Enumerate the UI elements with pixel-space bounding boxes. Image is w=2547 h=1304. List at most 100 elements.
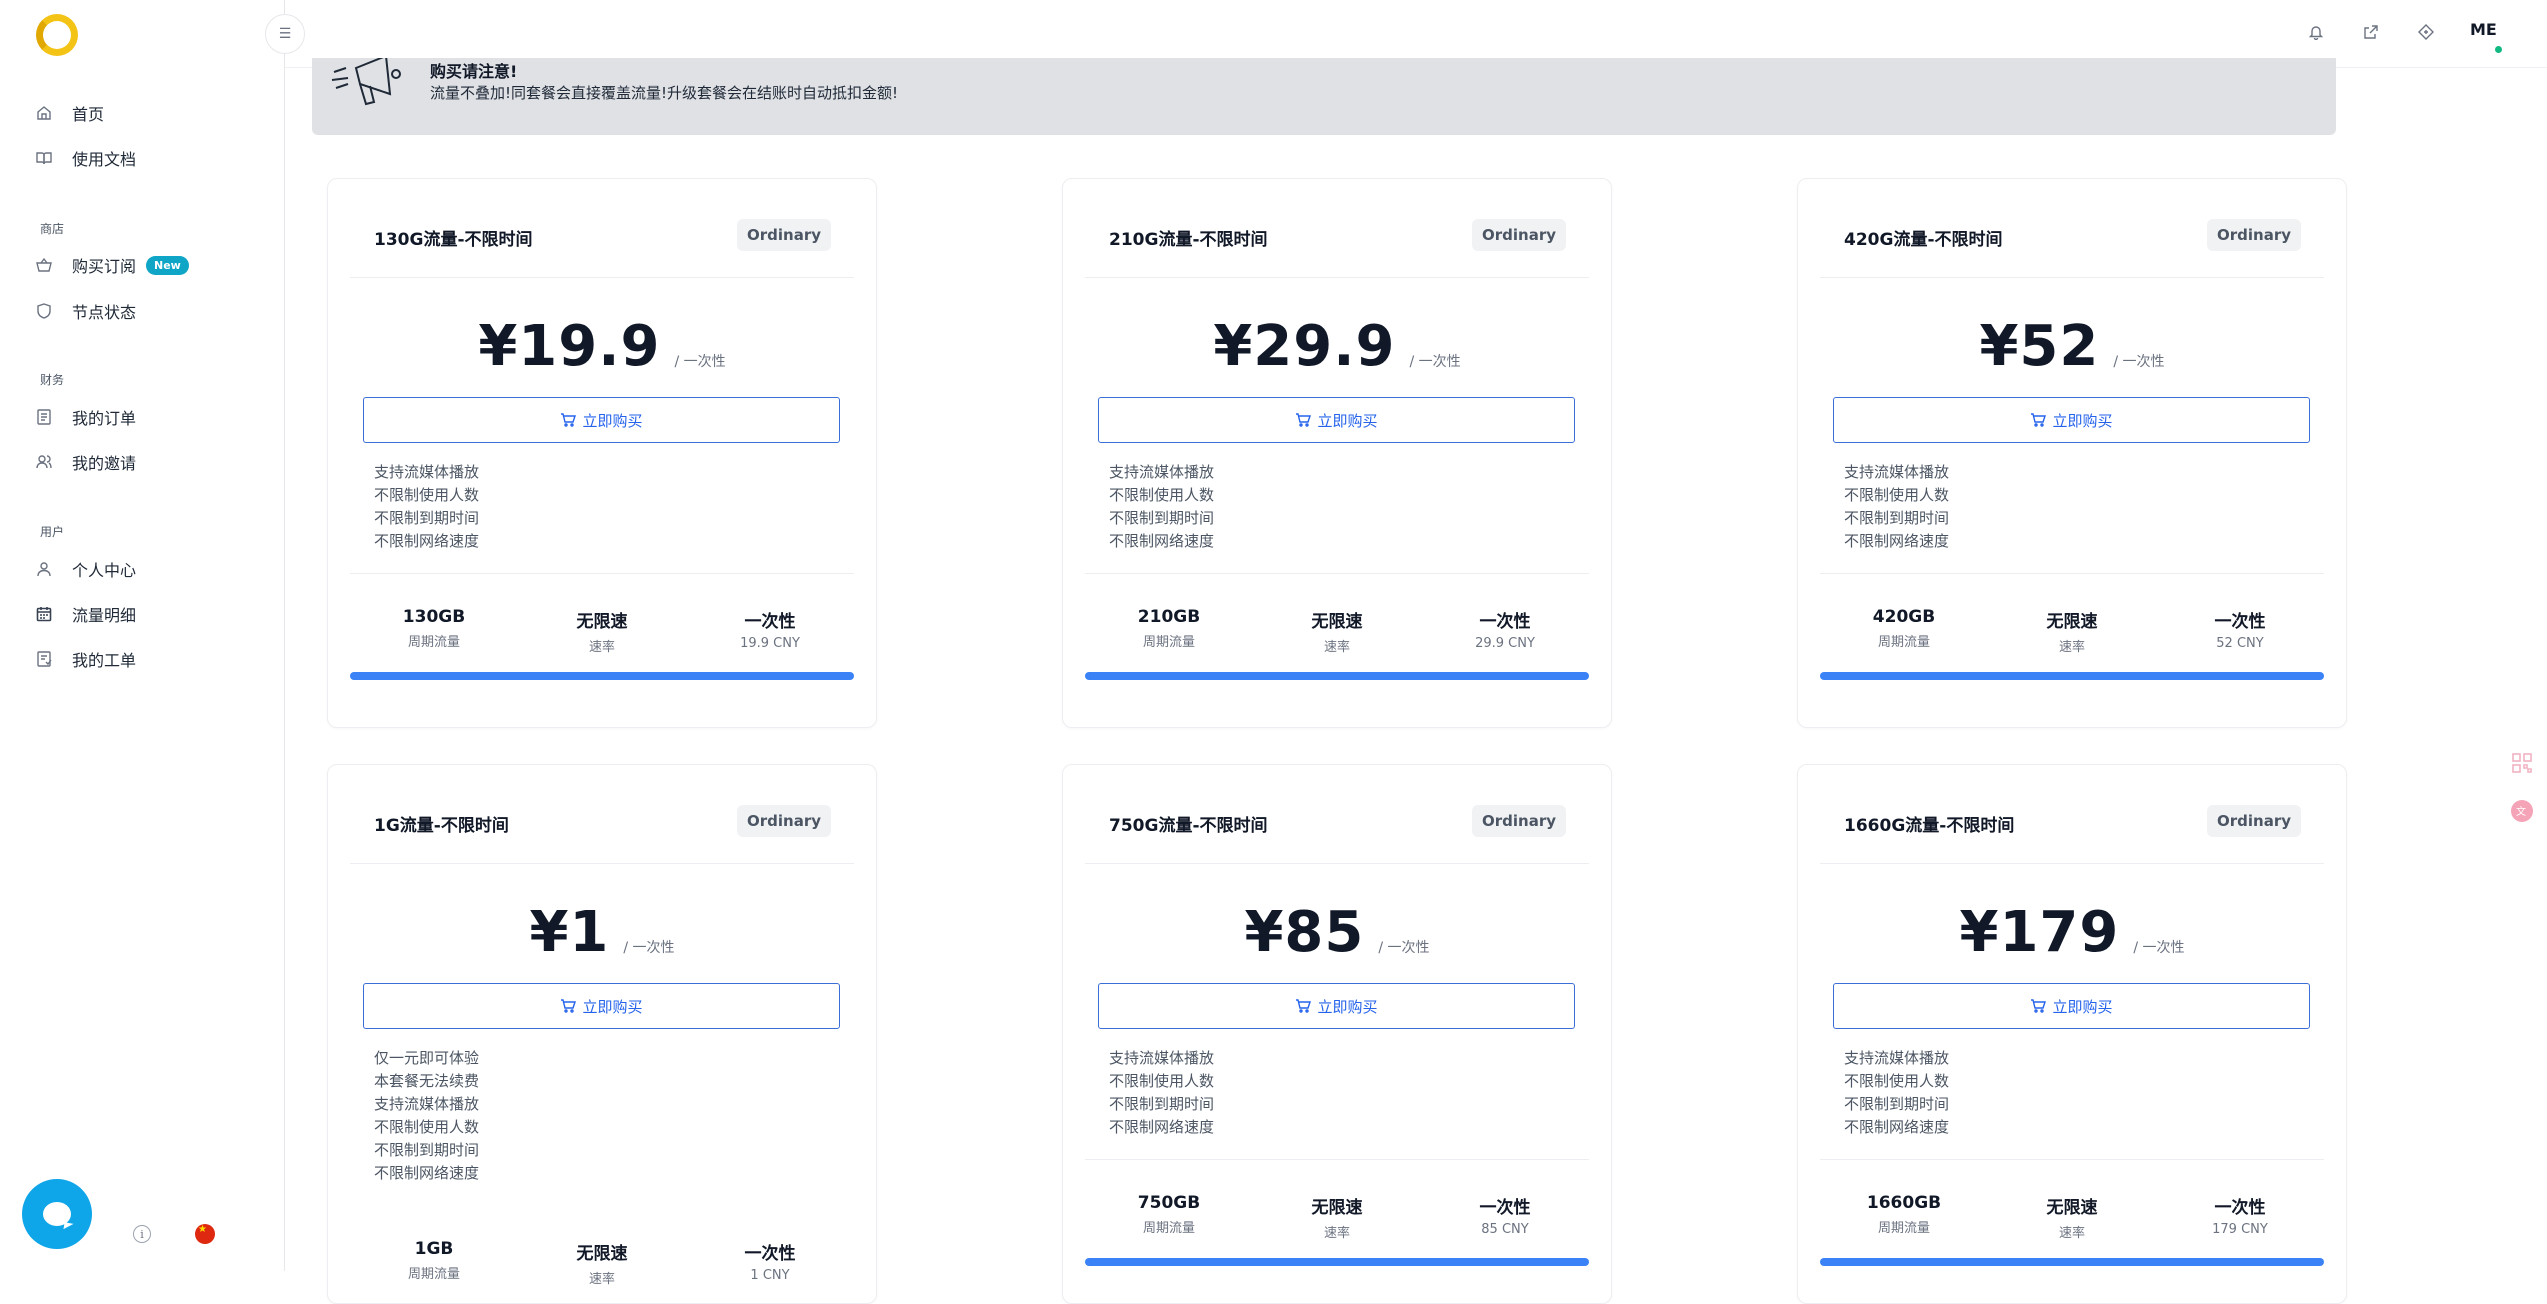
- feature-item: 不限制网络速度: [1844, 1118, 1950, 1136]
- translate-icon[interactable]: 文: [2510, 799, 2534, 823]
- logo-icon[interactable]: [36, 14, 78, 56]
- scan-icon[interactable]: [2510, 751, 2534, 775]
- plan-progress-bar: [350, 672, 854, 680]
- sidebar-item-profile[interactable]: 个人中心: [36, 554, 136, 584]
- plan-tag: Ordinary: [2206, 805, 2301, 837]
- plan-progress-bar: [1085, 672, 1589, 680]
- feature-item: 不限制使用人数: [1844, 1072, 1950, 1090]
- feature-item: 不限制到期时间: [1844, 509, 1950, 527]
- chat-button[interactable]: [22, 1179, 92, 1249]
- stat-label: 179 CNY: [2212, 1222, 2268, 1237]
- plan-card: 420G流量-不限时间 Ordinary ¥52 / 一次性 立即购买 支持流媒…: [1797, 178, 2347, 728]
- plan-progress-bar: [1820, 672, 2324, 680]
- stat-value: 一次性: [1479, 612, 1531, 632]
- buy-now-button[interactable]: 立即购买: [363, 397, 840, 443]
- external-link-icon[interactable]: [2361, 22, 2381, 42]
- divider: [1820, 277, 2324, 278]
- feature-item: 不限制到期时间: [1844, 1095, 1950, 1113]
- plan-title: 1660G流量-不限时间: [1844, 816, 2015, 836]
- info-icon[interactable]: i: [133, 1225, 151, 1243]
- plan-progress-bar: [1820, 1258, 2324, 1266]
- feature-item: 不限制网络速度: [1844, 532, 1950, 550]
- feature-item: 支持流媒体播放: [1109, 1049, 1215, 1067]
- price-row: ¥1 / 一次性: [328, 893, 876, 963]
- stat-value: 无限速: [2046, 1198, 2098, 1218]
- menu-toggle-button[interactable]: ☰: [265, 14, 305, 54]
- feature-item: 不限制到期时间: [374, 1141, 480, 1159]
- chat-icon: [43, 1202, 71, 1226]
- language-flag-icon[interactable]: [195, 1224, 215, 1244]
- diamond-icon[interactable]: [2416, 22, 2436, 42]
- buy-now-button[interactable]: 立即购买: [1833, 397, 2310, 443]
- stat-value: 无限速: [2046, 612, 2098, 632]
- plan-features: 支持流媒体播放 不限制使用人数 不限制到期时间 不限制网络速度: [1844, 461, 1949, 553]
- calendar-icon: [36, 606, 52, 622]
- stat-label: 速率: [2058, 640, 2085, 655]
- online-status-dot: [2494, 45, 2503, 54]
- users-icon: [36, 454, 52, 470]
- feature-item: 支持流媒体播放: [374, 463, 480, 481]
- stat-cycle: 一次性 85 CNY: [1421, 1193, 1589, 1241]
- divider: [1085, 863, 1589, 864]
- stat-label: 85 CNY: [1481, 1222, 1529, 1237]
- sidebar-item-tickets[interactable]: 我的工单: [36, 644, 136, 674]
- divider: [1820, 573, 2324, 574]
- buy-now-label: 立即购买: [1317, 411, 1378, 430]
- sidebar-item-buy[interactable]: 购买订阅 New: [36, 250, 189, 280]
- plan-features: 支持流媒体播放 不限制使用人数 不限制到期时间 不限制网络速度: [374, 461, 479, 553]
- section-label-user: 用户: [40, 525, 65, 539]
- divider: [350, 573, 854, 574]
- sidebar-item-invites[interactable]: 我的邀请: [36, 447, 136, 477]
- sidebar-item-home[interactable]: 首页: [36, 98, 104, 128]
- divider: [1085, 1159, 1589, 1160]
- stat-traffic: 210GB 周期流量: [1085, 607, 1253, 655]
- cart-icon: [1296, 413, 1312, 427]
- feature-item: 本套餐无法续费: [374, 1072, 480, 1090]
- stat-value: 无限速: [576, 612, 628, 632]
- plan-price: ¥29.9: [1213, 314, 1396, 379]
- stat-cycle: 一次性 1 CNY: [686, 1239, 854, 1287]
- stat-label: 周期流量: [1142, 1221, 1195, 1236]
- plan-card: 130G流量-不限时间 Ordinary ¥19.9 / 一次性 立即购买 支持…: [327, 178, 877, 728]
- stat-label: 周期流量: [1142, 635, 1195, 650]
- buy-now-button[interactable]: 立即购买: [1833, 983, 2310, 1029]
- divider: [1820, 1159, 2324, 1160]
- avatar[interactable]: ME: [2470, 20, 2497, 39]
- plan-period: / 一次性: [2133, 940, 2185, 956]
- stat-label: 周期流量: [1877, 635, 1930, 650]
- buy-now-button[interactable]: 立即购买: [363, 983, 840, 1029]
- home-icon: [36, 105, 52, 121]
- feature-item: 仅一元即可体验: [374, 1049, 480, 1067]
- stat-label: 1 CNY: [750, 1268, 790, 1283]
- feature-item: 不限制使用人数: [1844, 486, 1950, 504]
- stat-traffic: 420GB 周期流量: [1820, 607, 1988, 655]
- stat-label: 速率: [1323, 640, 1350, 655]
- plan-tag: Ordinary: [1471, 219, 1566, 251]
- sidebar-item-nodes[interactable]: 节点状态: [36, 296, 136, 326]
- plan-card: 1G流量-不限时间 Ordinary ¥1 / 一次性 立即购买 仅一元即可体验…: [327, 764, 877, 1304]
- user-icon: [36, 561, 52, 577]
- stat-speed: 无限速 速率: [1253, 607, 1421, 655]
- megaphone-icon: [331, 58, 401, 106]
- cart-icon: [1296, 999, 1312, 1013]
- plan-title: 210G流量-不限时间: [1109, 230, 1268, 250]
- sidebar-item-orders[interactable]: 我的订单: [36, 402, 136, 432]
- plan-period: / 一次性: [623, 940, 675, 956]
- basket-icon: [36, 257, 52, 273]
- sidebar-item-label: 购买订阅: [72, 257, 137, 276]
- buy-now-label: 立即购买: [1317, 997, 1378, 1016]
- sidebar-item-docs[interactable]: 使用文档: [36, 143, 136, 173]
- divider: [1820, 863, 2324, 864]
- plan-period: / 一次性: [674, 354, 726, 370]
- cart-icon: [561, 999, 577, 1013]
- buy-now-button[interactable]: 立即购买: [1098, 397, 1575, 443]
- plan-price: ¥52: [1979, 314, 2100, 379]
- sidebar-item-traffic[interactable]: 流量明细: [36, 599, 136, 629]
- buy-now-button[interactable]: 立即购买: [1098, 983, 1575, 1029]
- price-row: ¥19.9 / 一次性: [328, 307, 876, 377]
- divider: [350, 277, 854, 278]
- feature-item: 不限制网络速度: [1109, 1118, 1215, 1136]
- plan-stats: 210GB 周期流量 无限速 速率 一次性 29.9 CNY: [1085, 607, 1589, 655]
- bell-icon[interactable]: [2306, 22, 2326, 42]
- plan-title: 130G流量-不限时间: [374, 230, 533, 250]
